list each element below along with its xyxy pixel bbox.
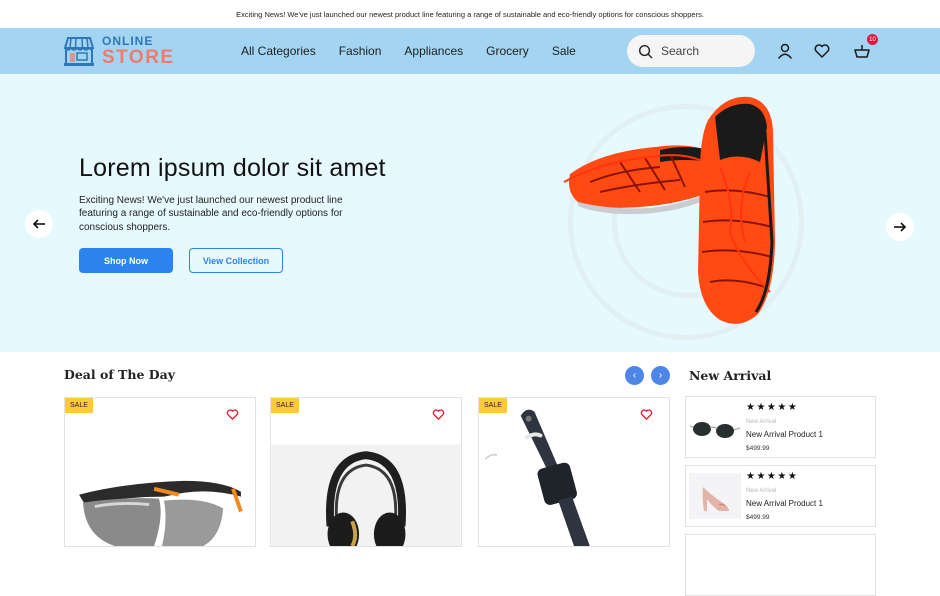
item-price: $499.99 [746, 445, 770, 452]
nav-appliances[interactable]: Appliances [404, 44, 463, 58]
search-box[interactable] [627, 35, 755, 67]
item-price: $499.99 [746, 514, 770, 521]
nav-sale[interactable]: Sale [552, 44, 576, 58]
hero-next-button[interactable] [886, 213, 914, 241]
nav-fashion[interactable]: Fashion [339, 44, 382, 58]
chevron-left-icon: ‹ [632, 370, 637, 381]
shop-now-button[interactable]: Shop Now [79, 248, 173, 273]
nav-all-categories[interactable]: All Categories [241, 44, 316, 58]
hero-banner: Lorem ipsum dolor sit amet Exciting News… [0, 74, 940, 352]
new-arrival-title: New Arrival [689, 368, 772, 383]
announcement-text: Exciting News! We've just launched our n… [236, 9, 704, 19]
rating-stars: ★★★★★ [746, 471, 799, 482]
sale-badge: SALE [65, 398, 93, 413]
view-collection-button[interactable]: View Collection [189, 248, 283, 273]
logo-line1: ONLINE [102, 34, 154, 48]
rating-stars: ★★★★★ [746, 402, 799, 413]
product-card[interactable]: SALE [64, 397, 256, 547]
products-section: Deal of The Day ‹ › SALE SALE SALE New A… [0, 352, 940, 596]
store-logo[interactable]: ONLINE STORE [62, 34, 175, 68]
hero-description: Exciting News! We've just launched our n… [79, 195, 343, 233]
new-arrival-item[interactable]: ★★★★★ New Arrival New Arrival Product 1 … [685, 396, 876, 458]
new-arrival-item[interactable]: ★★★★★ New Arrival New Arrival Product 1 … [685, 465, 876, 527]
site-header: ONLINE STORE All Categories Fashion Appl… [0, 28, 940, 74]
user-icon [778, 43, 792, 59]
main-nav: All Categories Fashion Appliances Grocer… [241, 28, 599, 74]
heart-icon [814, 44, 830, 58]
item-name[interactable]: New Arrival Product 1 [746, 430, 823, 439]
wishlist-heart-icon[interactable] [226, 408, 239, 421]
item-category: New Arrival [746, 488, 777, 494]
new-arrival-item[interactable] [685, 534, 876, 596]
chevron-right-icon: › [658, 370, 663, 381]
search-input[interactable] [661, 44, 741, 58]
sale-badge: SALE [479, 398, 507, 413]
nav-grocery[interactable]: Grocery [486, 44, 529, 58]
arrow-right-icon [894, 222, 907, 232]
sunglasses-image [689, 422, 741, 438]
product-card[interactable]: SALE [478, 397, 670, 547]
deals-prev-button[interactable]: ‹ [625, 366, 644, 385]
item-category: New Arrival [746, 419, 777, 425]
announcement-bar: Exciting News! We've just launched our n… [0, 0, 940, 28]
account-button[interactable] [775, 41, 795, 61]
storefront-icon [63, 37, 95, 66]
hero-title: Lorem ipsum dolor sit amet [79, 154, 386, 182]
wishlist-heart-icon[interactable] [432, 408, 445, 421]
search-icon [638, 44, 653, 58]
wishlist-heart-icon[interactable] [640, 408, 653, 421]
basket-icon [854, 45, 870, 58]
cart-button[interactable]: 10 [852, 34, 878, 61]
logo-line2: STORE [102, 47, 175, 68]
wishlist-button[interactable] [812, 41, 832, 61]
deals-next-button[interactable]: › [651, 366, 670, 385]
hero-shoes-image [563, 96, 775, 324]
pink-heels-image [689, 473, 741, 519]
hero-prev-button[interactable] [25, 210, 53, 238]
arrow-left-icon [32, 219, 45, 229]
deal-of-the-day-title: Deal of The Day [64, 367, 175, 382]
sale-badge: SALE [271, 398, 299, 413]
product-card[interactable]: SALE [270, 397, 462, 547]
item-name[interactable]: New Arrival Product 1 [746, 499, 823, 508]
cart-count-badge: 10 [867, 34, 878, 45]
